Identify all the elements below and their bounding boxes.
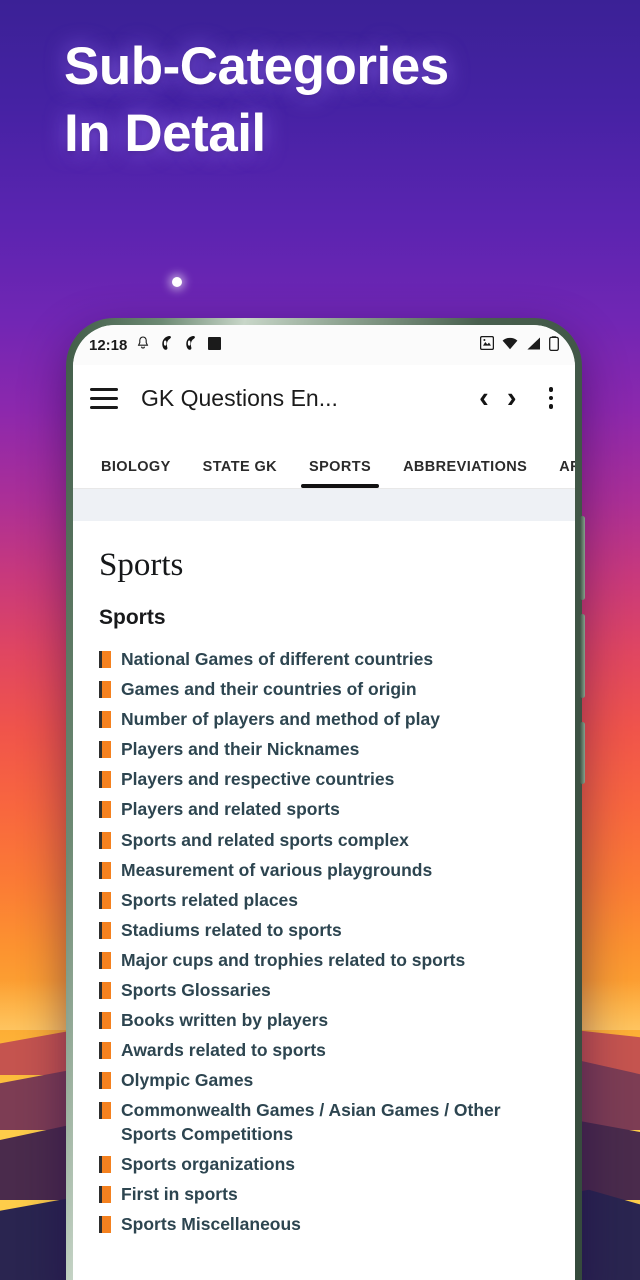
- bullet-square-icon: [99, 741, 111, 759]
- list-item[interactable]: First in sports: [99, 1183, 549, 1206]
- bullet-square-icon: [99, 982, 111, 1000]
- list-item[interactable]: Awards related to sports: [99, 1039, 549, 1062]
- list-item[interactable]: Commonwealth Games / Asian Games / Other…: [99, 1099, 549, 1145]
- bullet-square-icon: [99, 831, 111, 849]
- list-item[interactable]: Players and respective countries: [99, 768, 549, 791]
- more-vertical-icon[interactable]: [535, 383, 562, 413]
- list-item[interactable]: Measurement of various playgrounds: [99, 859, 549, 882]
- subcategory-link[interactable]: Sports Glossaries: [121, 979, 271, 1002]
- list-item[interactable]: Sports related places: [99, 889, 549, 912]
- subcategory-link[interactable]: First in sports: [121, 1183, 238, 1206]
- subcategory-link[interactable]: Number of players and method of play: [121, 708, 440, 731]
- subcategory-link[interactable]: Players and their Nicknames: [121, 738, 359, 761]
- subcategory-link[interactable]: Players and respective countries: [121, 768, 394, 791]
- signal-icon: [526, 337, 541, 354]
- bullet-square-icon: [99, 801, 111, 819]
- content-top-strip: [73, 489, 575, 521]
- subcategory-link[interactable]: Major cups and trophies related to sport…: [121, 949, 465, 972]
- sparkle-dot-icon: [172, 277, 182, 287]
- page-title: Sports: [99, 547, 184, 583]
- status-time: 12:18: [89, 336, 128, 354]
- tab-sports[interactable]: SPORTS: [293, 459, 387, 489]
- list-item[interactable]: Players and their Nicknames: [99, 738, 549, 761]
- bullet-square-icon: [99, 921, 111, 939]
- list-item[interactable]: Stadiums related to sports: [99, 919, 549, 942]
- list-item[interactable]: Games and their countries of origin: [99, 678, 549, 701]
- subcategory-link[interactable]: Olympic Games: [121, 1069, 253, 1092]
- subcategory-link[interactable]: Books written by players: [121, 1009, 328, 1032]
- bullet-square-icon: [99, 1072, 111, 1090]
- battery-icon: [549, 335, 559, 355]
- headphone-icon: [183, 335, 198, 355]
- list-item[interactable]: Number of players and method of play: [99, 708, 549, 731]
- bullet-square-icon: [99, 711, 111, 729]
- tab-state-gk[interactable]: STATE GK: [187, 459, 293, 489]
- subcategory-link[interactable]: Awards related to sports: [121, 1039, 326, 1062]
- nav-buttons: ‹ ›: [479, 383, 561, 413]
- promo-headline: Sub-Categories In Detail: [64, 34, 584, 168]
- subcategory-link[interactable]: Sports Miscellaneous: [121, 1213, 301, 1236]
- category-tab-bar[interactable]: BIOLOGY STATE GK SPORTS ABBREVIATIONS AR…: [73, 431, 575, 489]
- bell-icon: [136, 335, 150, 355]
- status-bar-left: 12:18: [89, 335, 222, 355]
- list-item[interactable]: Sports organizations: [99, 1153, 549, 1176]
- tab-arts[interactable]: ARTS: [543, 459, 575, 489]
- bullet-square-icon: [99, 951, 111, 969]
- list-item[interactable]: Sports Miscellaneous: [99, 1213, 549, 1236]
- list-item[interactable]: Sports Glossaries: [99, 979, 549, 1002]
- back-chevron-icon[interactable]: ‹: [479, 383, 489, 413]
- app-bar: GK Questions En... ‹ ›: [73, 365, 575, 431]
- section-heading: Sports: [99, 606, 166, 629]
- bullet-square-icon: [99, 891, 111, 909]
- bullet-square-icon: [99, 861, 111, 879]
- headphone-icon: [159, 335, 174, 355]
- bullet-square-icon: [99, 1215, 111, 1233]
- subcategory-link[interactable]: Commonwealth Games / Asian Games / Other…: [121, 1099, 549, 1145]
- list-item[interactable]: Books written by players: [99, 1009, 549, 1032]
- hamburger-icon[interactable]: [87, 384, 121, 413]
- promo-headline-line-2: In Detail: [64, 103, 266, 163]
- stop-square-icon: [207, 336, 222, 355]
- bullet-square-icon: [99, 681, 111, 699]
- bullet-square-icon: [99, 1042, 111, 1060]
- subcategory-link[interactable]: Measurement of various playgrounds: [121, 859, 432, 882]
- volume-up-button[interactable]: [580, 516, 585, 600]
- tab-biology[interactable]: BIOLOGY: [85, 459, 187, 489]
- phone-mockup: 12:18 GK Questions En... ‹ › BIOLOGY STA…: [66, 318, 585, 1280]
- phone-screen: 12:18 GK Questions En... ‹ › BIOLOGY STA…: [73, 325, 575, 1280]
- list-item[interactable]: Sports and related sports complex: [99, 829, 549, 852]
- subcategory-link[interactable]: Sports and related sports complex: [121, 829, 409, 852]
- subcategory-link[interactable]: Sports organizations: [121, 1153, 295, 1176]
- bullet-square-icon: [99, 1155, 111, 1173]
- app-title: GK Questions En...: [141, 384, 338, 411]
- volume-down-button[interactable]: [580, 614, 585, 698]
- power-button[interactable]: [580, 722, 585, 784]
- bullet-square-icon: [99, 1102, 111, 1120]
- list-item[interactable]: National Games of different countries: [99, 648, 549, 671]
- forward-chevron-icon[interactable]: ›: [507, 383, 517, 413]
- subcategory-list: National Games of different countries Ga…: [99, 648, 549, 1236]
- subcategory-link[interactable]: Players and related sports: [121, 798, 340, 821]
- subcategory-link[interactable]: Sports related places: [121, 889, 298, 912]
- bullet-square-icon: [99, 1012, 111, 1030]
- subcategory-link[interactable]: Games and their countries of origin: [121, 678, 417, 701]
- wifi-icon: [502, 337, 518, 354]
- page-content: Sports Sports National Games of differen…: [73, 521, 575, 1236]
- promo-headline-line-1: Sub-Categories: [64, 37, 449, 96]
- status-bar-right: [479, 335, 559, 355]
- bullet-square-icon: [99, 651, 111, 668]
- screenshot-badge-icon: [479, 335, 495, 354]
- bullet-square-icon: [99, 771, 111, 789]
- subcategory-link[interactable]: Stadiums related to sports: [121, 919, 342, 942]
- bullet-square-icon: [99, 1185, 111, 1203]
- tab-abbreviations[interactable]: ABBREVIATIONS: [387, 459, 543, 489]
- list-item[interactable]: Players and related sports: [99, 798, 549, 821]
- subcategory-link[interactable]: National Games of different countries: [121, 648, 433, 671]
- list-item[interactable]: Olympic Games: [99, 1069, 549, 1092]
- status-bar: 12:18: [73, 325, 575, 365]
- list-item[interactable]: Major cups and trophies related to sport…: [99, 949, 549, 972]
